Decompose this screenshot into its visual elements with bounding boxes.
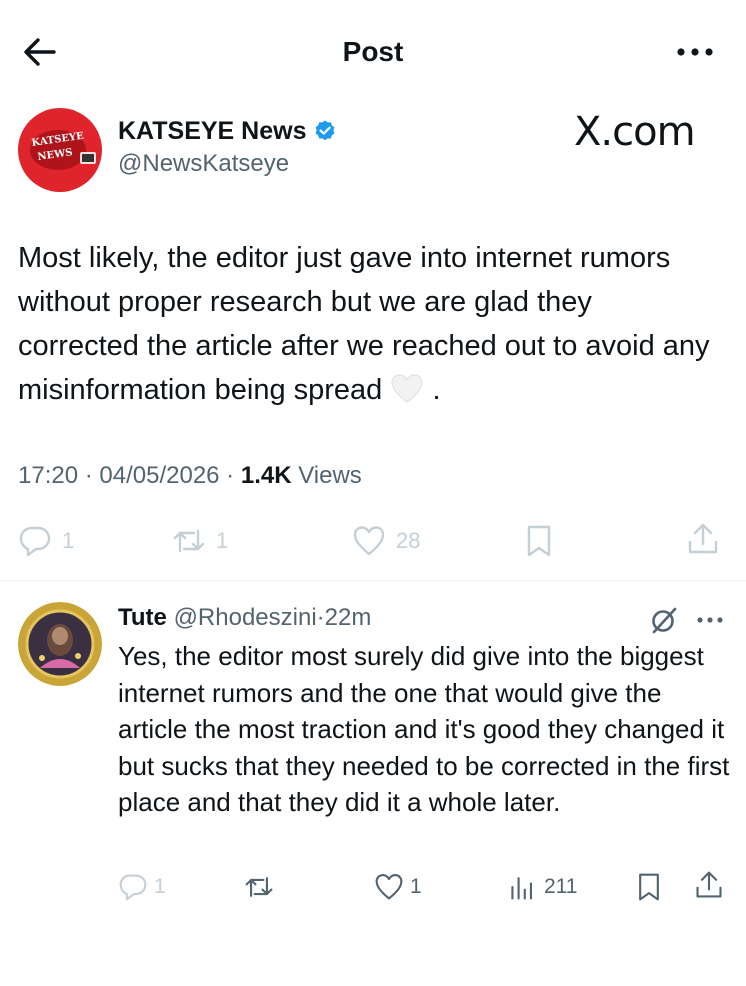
reply-time[interactable]: 22m: [325, 604, 372, 631]
author-handle[interactable]: @NewsKatseye: [118, 148, 289, 180]
post-body-end: .: [432, 374, 441, 406]
repost-count: 1: [216, 528, 229, 553]
repost-icon: [173, 529, 205, 553]
reply-icon: [119, 874, 147, 901]
share-icon: [696, 871, 722, 898]
reply-count: 1: [62, 528, 75, 553]
katseye-news-logo: KATSEYE NEWS: [18, 108, 102, 192]
avatar[interactable]: KATSEYE NEWS: [18, 108, 102, 192]
reply-bookmark-button[interactable]: [634, 872, 664, 902]
post-time[interactable]: 17:20: [18, 462, 78, 489]
reply-like-button[interactable]: 1: [374, 872, 422, 902]
like-count: 28: [396, 528, 421, 553]
verified-badge-icon: [316, 120, 335, 141]
post-meta: 17:20 · 04/05/2026 · 1.4K Views: [18, 462, 362, 489]
post-date[interactable]: 04/05/2026: [99, 462, 219, 489]
reply-header: Tute @Rhodeszini·22m: [118, 604, 372, 631]
heart-icon: [353, 526, 385, 556]
share-icon: [688, 523, 718, 554]
views-label: Views: [298, 462, 362, 489]
post-text: Most likely, the editor just gave into i…: [18, 236, 718, 412]
reply-author-name[interactable]: Tute: [118, 604, 167, 631]
reply-views-button[interactable]: 211: [508, 872, 577, 902]
author-name-row: KATSEYE News: [118, 114, 337, 148]
divider: [0, 580, 746, 581]
author-name[interactable]: KATSEYE News: [118, 114, 306, 148]
views-count: 1.4K: [240, 462, 292, 489]
reply-avatar-image: [18, 602, 102, 686]
more-options-button[interactable]: [672, 34, 718, 70]
reply-icon: [19, 526, 51, 557]
reply-reply-count: 1: [154, 875, 166, 898]
bookmark-button[interactable]: [522, 524, 556, 558]
analytics-icon: [511, 877, 532, 900]
reply-reply-button[interactable]: 1: [118, 872, 166, 902]
reply-button[interactable]: 1: [18, 524, 74, 558]
reply-views-count: 211: [544, 875, 578, 898]
heart-icon: [375, 874, 403, 900]
ellipsis-icon: [677, 48, 713, 56]
repost-icon: [245, 877, 273, 897]
reply-like-count: 1: [410, 875, 422, 898]
reply-author-handle[interactable]: @Rhodeszini: [174, 604, 317, 631]
white-heart-icon: [391, 374, 423, 403]
reply-share-button[interactable]: [694, 870, 724, 900]
post-body: Most likely, the editor just gave into i…: [18, 242, 710, 406]
page-title: Post: [342, 36, 404, 67]
repost-button[interactable]: 1: [172, 524, 228, 558]
share-button[interactable]: [686, 522, 720, 556]
reply-repost-button[interactable]: [244, 872, 274, 902]
reply-more-icon[interactable]: [694, 610, 726, 630]
reply-text: Yes, the editor most surely did give int…: [118, 641, 730, 817]
like-button[interactable]: 28: [352, 524, 420, 558]
x-com-watermark: X.com: [574, 109, 696, 155]
grok-icon[interactable]: [648, 604, 680, 636]
reply-avatar[interactable]: [18, 602, 102, 686]
bookmark-icon: [527, 525, 551, 557]
bookmark-icon: [639, 873, 659, 901]
